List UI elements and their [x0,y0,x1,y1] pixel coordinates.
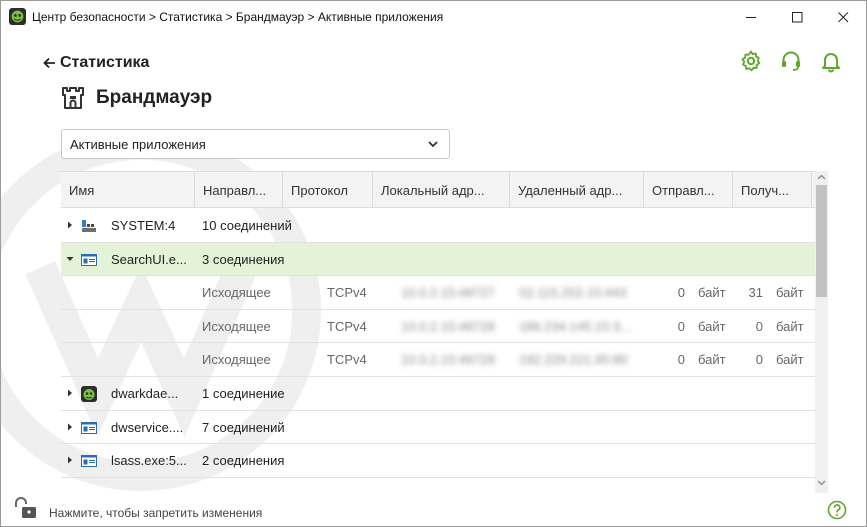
sent-value-cell: 0 [677,318,685,334]
sent-value-cell: 0 [677,285,685,301]
scroll-up-arrow-icon [817,174,826,180]
received-unit-cell: байт [776,285,804,301]
table-header: Имя Направл... Протокол Локальный адр...… [61,172,815,208]
collapse-arrow-icon[interactable] [66,255,74,263]
table-row[interactable]: dwarkdae... 1 соединение [61,377,815,411]
expand-arrow-icon[interactable] [66,389,74,397]
scroll-up-button[interactable] [815,174,828,184]
table-row[interactable]: Исходящее TCPv4 10.0.2.15:49729 192.229.… [61,343,815,377]
direction-cell: Исходящее [202,318,271,334]
table-row[interactable]: dwservice.... 7 соединений [61,411,815,445]
sent-value-cell: 0 [677,352,685,368]
firewall-tower-icon [62,87,84,109]
process-name: lsass.exe:5... [111,453,187,469]
vertical-scrollbar[interactable] [815,171,828,493]
direction-cell: Исходящее [202,285,271,301]
lock-status-text[interactable]: Нажмите, чтобы запретить изменения [49,506,262,520]
expand-arrow-icon[interactable] [66,456,74,464]
received-value-cell: 31 [748,285,763,301]
maximize-button[interactable] [774,1,820,33]
help-icon[interactable] [827,500,847,520]
connection-summary: 3 соединения [202,251,285,267]
table-row[interactable]: lsass.exe:5... 2 соединения [61,444,815,478]
bell-icon[interactable] [819,49,843,73]
chevron-down-icon [428,141,438,148]
minimize-icon [745,16,756,18]
app-window: Центр безопасности > Статистика > Брандм… [0,0,867,527]
process-name: SYSTEM:4 [111,218,176,233]
table-row[interactable]: Исходящее TCPv4 10.0.2.15:49727 52.115.2… [61,276,815,310]
sent-unit-cell: байт [698,352,726,368]
application-window-icon [81,455,97,468]
sent-unit-cell: байт [698,318,726,334]
remote-address-cell: 192.229.221.95:80 [519,352,628,368]
table-body: SYSTEM:4 10 соединений SearchUI.e... 3 с… [61,209,815,478]
expand-arrow-icon[interactable] [66,221,74,229]
drweb-app-icon [9,8,26,25]
unlocked-padlock-icon[interactable] [13,496,39,520]
dropdown-selected-value: Активные приложения [70,136,206,152]
back-link[interactable]: Статистика [43,54,149,72]
page-heading: Брандмауэр [61,86,212,110]
column-header-remote-address[interactable]: Удаленный адр... [510,172,644,208]
title-bar: Центр безопасности > Статистика > Брандм… [1,1,866,33]
local-address-cell: 10.0.2.15:49727 [401,285,495,301]
column-header-direction[interactable]: Направл... [195,172,283,208]
scroll-thumb[interactable] [816,185,827,297]
column-header-name[interactable]: Имя [61,172,195,208]
table-row[interactable]: SearchUI.e... 3 соединения [61,242,815,277]
received-value-cell: 0 [755,318,763,334]
column-header-received[interactable]: Получ... [733,172,812,208]
direction-cell: Исходящее [202,352,271,368]
application-window-icon [81,421,97,434]
back-link-label: Статистика [60,54,150,71]
system-server-icon [82,220,96,232]
column-header-protocol[interactable]: Протокол [283,172,373,208]
page-title: Брандмауэр [96,87,213,108]
view-filter-dropdown[interactable]: Активные приложения [61,129,450,159]
column-header-sent[interactable]: Отправл... [644,172,733,208]
headset-icon[interactable] [779,49,803,73]
maximize-icon [791,11,802,22]
connection-summary: 7 соединений [202,419,285,435]
process-name: dwarkdae... [111,385,179,401]
process-name: dwservice.... [111,419,184,435]
scroll-down-button[interactable] [815,480,828,490]
back-arrow-icon [43,57,55,69]
connection-summary: 2 соединения [202,453,285,469]
close-icon [837,11,848,22]
minimize-button[interactable] [728,1,774,33]
protocol-cell: TCPv4 [327,285,367,301]
protocol-cell: TCPv4 [327,318,367,334]
connection-summary: 10 соединений [202,218,292,233]
sent-unit-cell: байт [698,285,726,301]
close-button[interactable] [820,1,866,33]
local-address-cell: 10.0.2.15:49728 [401,318,495,334]
connection-summary: 1 соединение [202,385,285,401]
remote-address-cell: 52.115.252.15:443 [519,285,627,301]
local-address-cell: 10.0.2.15:49729 [401,352,495,368]
remote-address-cell: 186.234.145.15:3... [519,318,632,334]
table-row[interactable]: SYSTEM:4 10 соединений [61,209,815,243]
application-window-icon [81,253,97,266]
process-name: SearchUI.e... [111,251,187,267]
received-value-cell: 0 [755,352,763,368]
window-title: Центр безопасности > Статистика > Брандм… [32,10,444,24]
column-header-local-address[interactable]: Локальный адр... [373,172,510,208]
gear-icon[interactable] [739,49,763,73]
received-unit-cell: байт [776,352,804,368]
received-unit-cell: байт [776,318,804,334]
protocol-cell: TCPv4 [327,352,367,368]
table-row[interactable]: Исходящее TCPv4 10.0.2.15:49728 186.234.… [61,310,815,344]
drweb-spider-icon [81,385,97,402]
expand-arrow-icon[interactable] [66,423,74,431]
scroll-down-arrow-icon [817,480,826,486]
connections-table: Имя Направл... Протокол Локальный адр...… [61,171,828,478]
